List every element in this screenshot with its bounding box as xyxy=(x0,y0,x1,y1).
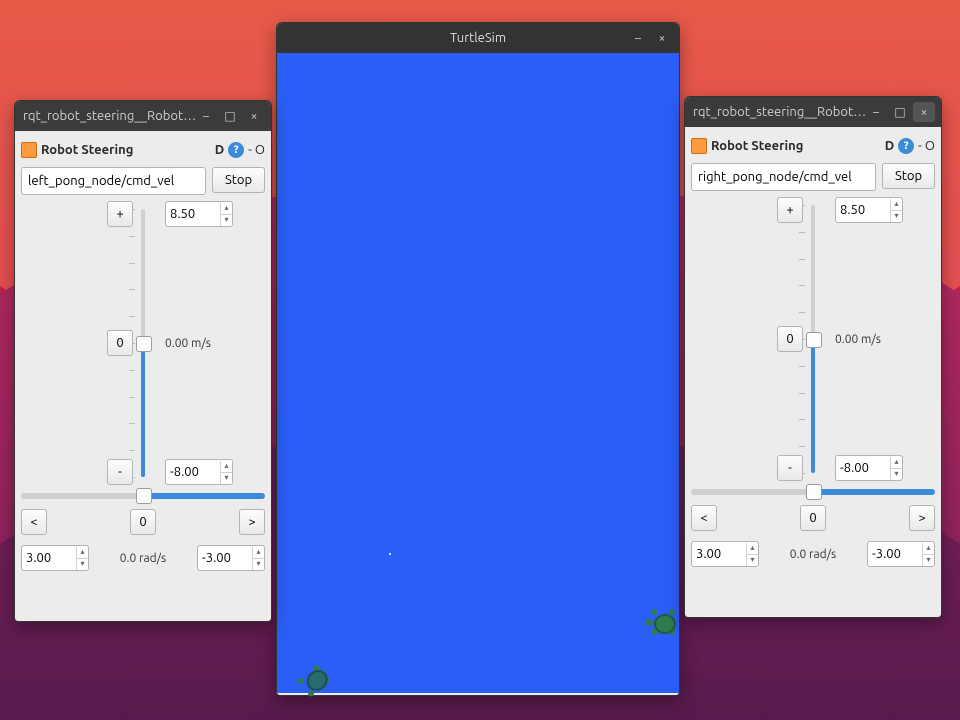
angular-slider-section: < 0 > ▴▾ 0.0 rad/s ▴▾ xyxy=(21,493,265,571)
minimize-button[interactable]: – xyxy=(195,106,217,126)
linear-min-input[interactable] xyxy=(166,461,220,483)
turtlesim-canvas xyxy=(277,53,679,693)
panel-body: Robot Steering D ? - O Stop + xyxy=(685,127,941,573)
angular-max-spin[interactable]: ▴▾ xyxy=(21,545,89,571)
linear-value-label: 0.00 m/s xyxy=(165,337,211,350)
spin-up-icon[interactable]: ▴ xyxy=(252,547,264,559)
angular-value-label: 0.0 rad/s xyxy=(120,552,167,565)
linear-max-spin[interactable]: ▴▾ xyxy=(165,201,233,227)
turtle-left xyxy=(297,663,334,699)
spin-up-icon[interactable]: ▴ xyxy=(922,543,934,555)
angular-slider-thumb[interactable] xyxy=(806,484,822,500)
turtlesim-window[interactable]: TurtleSim – × xyxy=(276,22,680,696)
linear-plus-button[interactable]: + xyxy=(107,201,133,227)
window-title: rqt_robot_steering__Robot… xyxy=(693,105,866,119)
spin-down-icon[interactable]: ▾ xyxy=(922,555,934,566)
angular-zero-button[interactable]: 0 xyxy=(130,509,156,535)
spin-down-icon[interactable]: ▾ xyxy=(220,215,232,226)
maximize-button[interactable]: □ xyxy=(889,102,911,122)
dock-toggle[interactable]: D xyxy=(885,139,894,153)
spin-up-icon[interactable]: ▴ xyxy=(746,543,758,555)
linear-zero-button[interactable]: 0 xyxy=(777,326,803,352)
spin-down-icon[interactable]: ▾ xyxy=(220,473,232,484)
titlebar[interactable]: rqt_robot_steering__Robot… – □ × xyxy=(15,101,271,131)
panel-menu[interactable]: - O xyxy=(918,139,935,153)
spin-down-icon[interactable]: ▾ xyxy=(76,559,88,570)
maximize-button[interactable]: □ xyxy=(219,106,241,126)
window-title: TurtleSim xyxy=(450,31,506,45)
help-icon[interactable]: ? xyxy=(228,142,244,158)
linear-slider-section: + ▴▾ 0 0.00 m/s - ▴▾ xyxy=(691,199,935,479)
titlebar[interactable]: TurtleSim – × xyxy=(277,23,679,53)
help-icon[interactable]: ? xyxy=(898,138,914,154)
angular-min-spin[interactable]: ▴▾ xyxy=(197,545,265,571)
linear-max-input[interactable] xyxy=(836,199,890,221)
spin-down-icon[interactable]: ▾ xyxy=(746,555,758,566)
angular-min-input[interactable] xyxy=(868,543,922,565)
linear-minus-button[interactable]: - xyxy=(107,459,133,485)
minimize-button[interactable]: – xyxy=(865,102,887,122)
angular-slider[interactable] xyxy=(21,493,265,499)
panel-body: Robot Steering D ? - O Stop + xyxy=(15,131,271,577)
close-button[interactable]: × xyxy=(243,106,265,126)
linear-minus-button[interactable]: - xyxy=(777,455,803,481)
panel-title: Robot Steering xyxy=(711,139,803,153)
minimize-button[interactable]: – xyxy=(627,28,649,48)
panel-header: Robot Steering D ? - O xyxy=(21,137,265,163)
angular-slider-section: < 0 > ▴▾ 0.0 rad/s ▴▾ xyxy=(691,489,935,567)
linear-plus-button[interactable]: + xyxy=(777,197,803,223)
pin-icon[interactable] xyxy=(691,138,707,154)
linear-value-label: 0.00 m/s xyxy=(835,333,881,346)
dock-toggle[interactable]: D xyxy=(215,143,224,157)
angular-min-spin[interactable]: ▴▾ xyxy=(867,541,935,567)
spin-up-icon[interactable]: ▴ xyxy=(890,457,902,469)
panel-menu[interactable]: - O xyxy=(248,143,265,157)
spin-up-icon[interactable]: ▴ xyxy=(890,199,902,211)
spin-up-icon[interactable]: ▴ xyxy=(220,461,232,473)
angular-slider-thumb[interactable] xyxy=(136,488,152,504)
angular-left-button[interactable]: < xyxy=(21,509,47,535)
panel-header: Robot Steering D ? - O xyxy=(691,133,935,159)
spin-down-icon[interactable]: ▾ xyxy=(890,211,902,222)
titlebar[interactable]: rqt_robot_steering__Robot… – □ × xyxy=(685,97,941,127)
pin-icon[interactable] xyxy=(21,142,37,158)
close-button[interactable]: × xyxy=(651,28,673,48)
angular-slider[interactable] xyxy=(691,489,935,495)
linear-zero-button[interactable]: 0 xyxy=(107,330,133,356)
angular-value-label: 0.0 rad/s xyxy=(790,548,837,561)
linear-min-spin[interactable]: ▴▾ xyxy=(165,459,233,485)
topic-input[interactable] xyxy=(21,167,206,195)
stop-button[interactable]: Stop xyxy=(212,167,265,193)
angular-max-spin[interactable]: ▴▾ xyxy=(691,541,759,567)
spin-up-icon[interactable]: ▴ xyxy=(220,203,232,215)
close-button[interactable]: × xyxy=(913,102,935,122)
angular-left-button[interactable]: < xyxy=(691,505,717,531)
linear-max-spin[interactable]: ▴▾ xyxy=(835,197,903,223)
angular-min-input[interactable] xyxy=(198,547,252,569)
linear-min-spin[interactable]: ▴▾ xyxy=(835,455,903,481)
panel-title: Robot Steering xyxy=(41,143,133,157)
angular-max-input[interactable] xyxy=(22,547,76,569)
ball-dot xyxy=(389,553,391,555)
angular-max-input[interactable] xyxy=(692,543,746,565)
spin-down-icon[interactable]: ▾ xyxy=(890,469,902,480)
desktop: TurtleSim – × rqt_robot_ste xyxy=(0,0,960,720)
linear-min-input[interactable] xyxy=(836,457,890,479)
turtle-right xyxy=(649,611,677,635)
linear-slider-section: + ▴▾ 0 0.00 m/s - ▴▾ xyxy=(21,203,265,483)
angular-zero-button[interactable]: 0 xyxy=(800,505,826,531)
left-steering-window[interactable]: rqt_robot_steering__Robot… – □ × Robot S… xyxy=(14,100,272,622)
topic-input[interactable] xyxy=(691,163,876,191)
window-title: rqt_robot_steering__Robot… xyxy=(23,109,196,123)
angular-right-button[interactable]: > xyxy=(909,505,935,531)
linear-max-input[interactable] xyxy=(166,203,220,225)
angular-right-button[interactable]: > xyxy=(239,509,265,535)
spin-up-icon[interactable]: ▴ xyxy=(76,547,88,559)
stop-button[interactable]: Stop xyxy=(882,163,935,189)
spin-down-icon[interactable]: ▾ xyxy=(252,559,264,570)
right-steering-window[interactable]: rqt_robot_steering__Robot… – □ × Robot S… xyxy=(684,96,942,618)
